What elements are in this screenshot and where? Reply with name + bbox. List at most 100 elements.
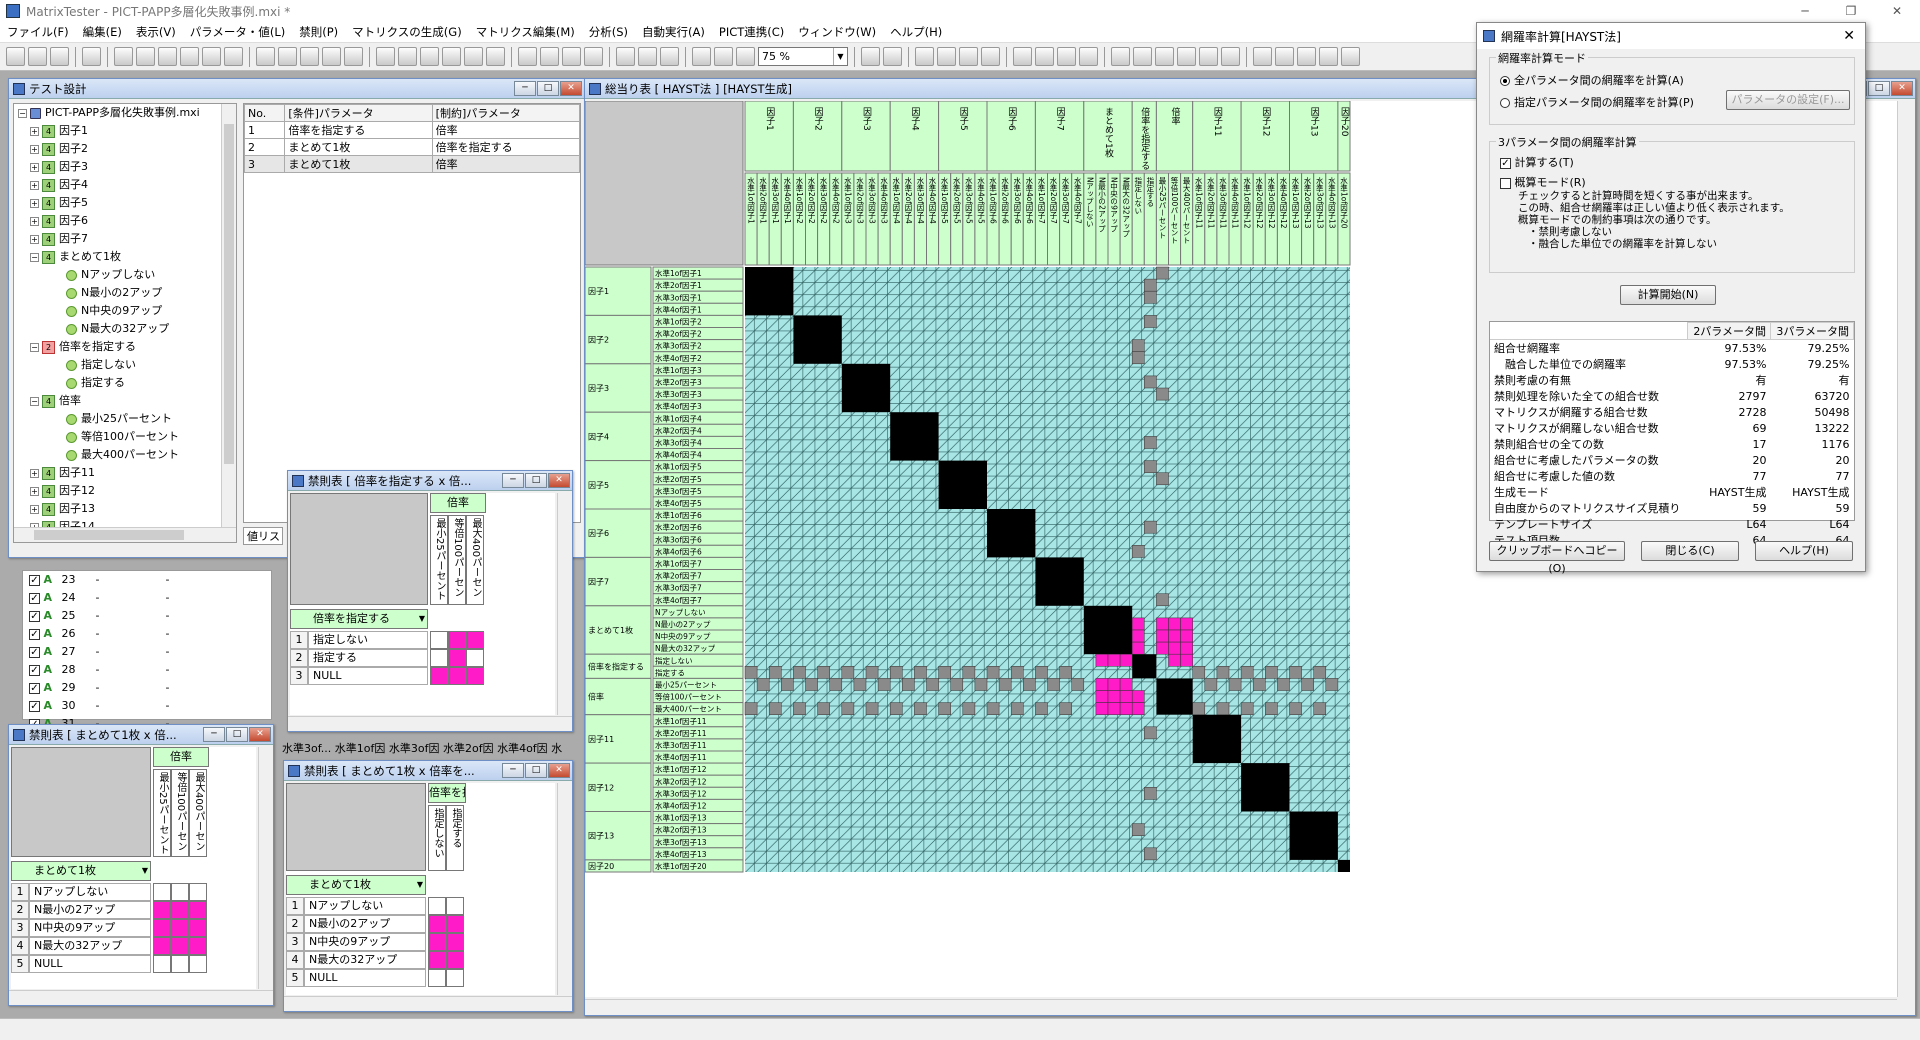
uncovered-cell[interactable] xyxy=(768,666,782,679)
tool-icon[interactable] xyxy=(1297,47,1316,66)
forbid-cell[interactable] xyxy=(153,883,171,901)
tree-node[interactable]: +4 因子13 xyxy=(18,500,236,518)
uncovered-cell[interactable] xyxy=(889,702,903,715)
tool-icon[interactable] xyxy=(256,47,275,66)
tree-leaf[interactable]: 等倍100パーセント xyxy=(18,428,236,446)
menu-window[interactable]: ウィンドウ(W) xyxy=(791,24,883,40)
forbid-cell[interactable] xyxy=(171,901,189,919)
tree-leaf[interactable]: N最大の32アップ xyxy=(18,320,236,338)
tree-node[interactable]: +4 因子6 xyxy=(18,212,236,230)
forbidden-cell[interactable] xyxy=(1180,653,1193,667)
uncovered-cell[interactable] xyxy=(1325,678,1339,691)
forbid-cell[interactable] xyxy=(189,937,207,955)
menu-view[interactable]: 表示(V) xyxy=(129,24,183,40)
forbidden-cell[interactable] xyxy=(1156,641,1169,655)
uncovered-cell[interactable] xyxy=(1204,678,1218,691)
tool-icon[interactable] xyxy=(344,47,363,66)
tree-node[interactable]: +4 因子1 xyxy=(18,122,236,140)
uncovered-cell[interactable] xyxy=(768,702,782,715)
uncovered-cell[interactable] xyxy=(1035,702,1048,715)
print-icon[interactable] xyxy=(82,47,101,66)
uncovered-cell[interactable] xyxy=(744,702,758,715)
close-button[interactable]: ✕ xyxy=(548,763,570,778)
forbidden-cell[interactable] xyxy=(1095,653,1109,667)
dialog-titlebar[interactable]: 網羅率計算[HAYST法] ✕ xyxy=(1477,23,1865,49)
zoom-out-icon[interactable] xyxy=(714,47,733,66)
uncovered-cell[interactable] xyxy=(950,678,964,691)
minimize-button[interactable]: ─ xyxy=(502,473,524,488)
tool-icon[interactable] xyxy=(300,47,319,66)
tree-leaf[interactable]: 指定しない xyxy=(18,356,236,374)
list-item[interactable]: ✓ A 25- - xyxy=(23,607,271,625)
uncovered-cell[interactable] xyxy=(805,678,818,691)
uncovered-cell[interactable] xyxy=(1144,460,1157,473)
copy-clipboard-button[interactable]: クリップボードへコピー(O) xyxy=(1489,541,1625,575)
forbid-cell[interactable] xyxy=(153,955,171,973)
tree-node[interactable]: +4 因子12 xyxy=(18,482,236,500)
forbidden-cell[interactable] xyxy=(1119,653,1133,667)
radio-selected[interactable]: 指定パラメータ間の網羅率を計算(P) xyxy=(1500,94,1694,110)
chart-icon[interactable] xyxy=(1221,47,1240,66)
uncovered-cell[interactable] xyxy=(1131,545,1145,558)
uncovered-cell[interactable] xyxy=(938,666,951,679)
close-button[interactable]: ✕ xyxy=(560,81,582,96)
tree-node[interactable]: +4 因子7 xyxy=(18,230,236,248)
tree-node[interactable]: +4 因子5 xyxy=(18,194,236,212)
gear-icon[interactable] xyxy=(1319,47,1338,66)
menu-help[interactable]: ヘルプ(H) xyxy=(883,24,949,40)
menu-analyze[interactable]: 分析(S) xyxy=(582,24,635,40)
menu-forbid[interactable]: 禁則(P) xyxy=(292,24,345,40)
uncovered-cell[interactable] xyxy=(1144,278,1157,292)
approx-checkbox[interactable]: 概算モード(R) xyxy=(1500,174,1586,190)
tree-leaf[interactable]: 最大400パーセント xyxy=(18,446,236,464)
forbid-table-titlebar[interactable]: 禁則表 [ まとめて1枚 x 倍... ─ □ ✕ xyxy=(9,725,273,745)
tool-icon[interactable] xyxy=(464,47,483,66)
tool-icon[interactable] xyxy=(1275,47,1294,66)
uncovered-cell[interactable] xyxy=(1131,351,1145,365)
forbidden-cell[interactable] xyxy=(1131,690,1145,703)
list-item[interactable]: ✓ A 27- - xyxy=(23,643,271,661)
cut-icon[interactable] xyxy=(136,47,155,66)
uncovered-cell[interactable] xyxy=(1059,666,1072,679)
forbid-cell[interactable] xyxy=(428,951,446,969)
uncovered-cell[interactable] xyxy=(1252,678,1266,691)
uncovered-cell[interactable] xyxy=(986,666,1000,679)
value-list-tab[interactable]: 値リス xyxy=(243,527,283,545)
uncovered-cell[interactable] xyxy=(817,666,830,679)
forbid-cell[interactable] xyxy=(430,649,448,667)
uncovered-cell[interactable] xyxy=(1035,666,1048,679)
undo-icon[interactable] xyxy=(114,47,133,66)
forbid-row-param[interactable]: 倍率を指定する ▼ xyxy=(290,609,428,629)
uncovered-cell[interactable] xyxy=(986,702,1000,715)
tree-root[interactable]: − PICT-PAPP多層化失敗事例.mxi xyxy=(18,104,236,122)
uncovered-cell[interactable] xyxy=(889,666,903,679)
close-button[interactable]: ✕ xyxy=(1874,4,1920,18)
tool-icon[interactable] xyxy=(278,47,297,66)
list-item[interactable]: ✓ A 23- - xyxy=(23,571,271,589)
forbidden-cell[interactable] xyxy=(1131,617,1145,631)
forbid-hscroll[interactable] xyxy=(9,990,273,1005)
tree-node[interactable]: −4 まとめて1枚 xyxy=(18,248,236,266)
forbidden-cell[interactable] xyxy=(1168,641,1181,655)
forbid-cell[interactable] xyxy=(153,901,171,919)
uncovered-cell[interactable] xyxy=(1192,702,1206,715)
tool-icon[interactable] xyxy=(322,47,341,66)
tool-icon[interactable] xyxy=(937,47,956,66)
uncovered-cell[interactable] xyxy=(1023,678,1036,691)
forbid-cell[interactable] xyxy=(446,915,464,933)
menu-file[interactable]: ファイル(F) xyxy=(0,24,76,40)
table-row[interactable]: 3 まとめて1枚 倍率 xyxy=(243,155,581,173)
test-design-titlebar[interactable]: テスト設計 ─ □ ✕ xyxy=(9,79,584,99)
tool-icon[interactable] xyxy=(1341,47,1360,66)
tool-icon[interactable] xyxy=(1133,47,1152,66)
hand-icon[interactable] xyxy=(883,47,902,66)
uncovered-cell[interactable] xyxy=(853,678,867,691)
forbid-row-param[interactable]: まとめて1枚 ▼ xyxy=(11,861,151,881)
minimize-button[interactable]: ─ xyxy=(1782,4,1828,18)
uncovered-cell[interactable] xyxy=(1240,666,1254,679)
uncovered-cell[interactable] xyxy=(938,702,951,715)
tree-vscroll[interactable] xyxy=(221,104,236,529)
forbid-cell[interactable] xyxy=(466,631,484,649)
uncovered-cell[interactable] xyxy=(1144,520,1157,534)
menu-pict[interactable]: PICT連携(C) xyxy=(712,24,791,40)
